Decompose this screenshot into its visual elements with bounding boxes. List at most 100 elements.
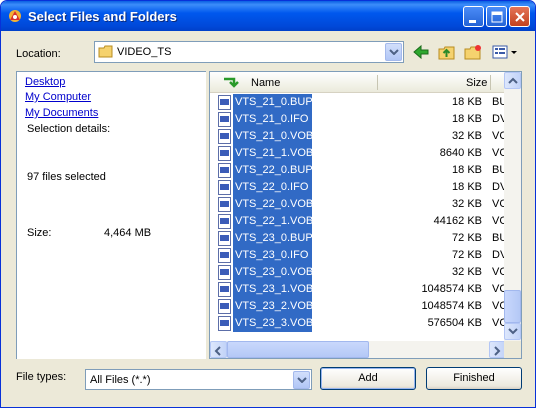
- select-files-dialog: Select Files and Folders Location: VIDEO…: [0, 0, 536, 408]
- file-size: 72 KB: [452, 232, 482, 244]
- back-button[interactable]: [411, 43, 431, 61]
- folder-icon: [98, 45, 113, 58]
- file-icon: [218, 95, 231, 110]
- link-desktop[interactable]: Desktop: [25, 76, 65, 88]
- list-header: Name Size: [210, 72, 506, 93]
- chevron-left-icon: [214, 346, 221, 356]
- column-header-name[interactable]: Name: [251, 77, 280, 89]
- file-types-label: File types:: [16, 371, 67, 383]
- file-icon: [218, 180, 231, 195]
- file-name: VTS_21_0.BUP: [233, 94, 313, 111]
- chevron-up-icon: [508, 77, 518, 84]
- file-icon: [218, 231, 231, 246]
- sort-arrow-icon[interactable]: [222, 76, 240, 89]
- file-types-combo[interactable]: All Files (*.*): [85, 369, 312, 390]
- finished-button[interactable]: Finished: [426, 367, 522, 390]
- file-size: 576504 KB: [427, 317, 482, 329]
- views-menu-button[interactable]: [491, 43, 519, 61]
- location-label: Location:: [16, 48, 61, 60]
- chevron-down-icon: [389, 49, 399, 55]
- up-folder-button[interactable]: [437, 43, 457, 61]
- file-size: 18 KB: [452, 164, 482, 176]
- file-size: 32 KB: [452, 266, 482, 278]
- horizontal-scrollbar[interactable]: [210, 341, 506, 358]
- file-size: 1048574 KB: [421, 283, 482, 295]
- column-header-size[interactable]: Size: [466, 77, 487, 89]
- file-row[interactable]: VTS_22_0.BUP 18 KB BU: [210, 162, 506, 179]
- close-button[interactable]: [509, 6, 530, 27]
- size-label: Size:: [27, 227, 52, 239]
- file-row[interactable]: VTS_23_2.VOB 1048574 KB VC: [210, 298, 506, 315]
- file-icon: [218, 299, 231, 314]
- file-row[interactable]: VTS_22_0.VOB 32 KB VC: [210, 196, 506, 213]
- file-types-dropdown-button[interactable]: [293, 371, 310, 389]
- vertical-scroll-thumb[interactable]: [504, 290, 521, 323]
- maximize-icon: [491, 11, 503, 23]
- file-size: 1048574 KB: [421, 300, 482, 312]
- file-name: VTS_22_0.VOB: [233, 196, 313, 213]
- file-name: VTS_21_1.VOB: [233, 145, 313, 162]
- new-folder-button[interactable]: [463, 43, 483, 61]
- location-combo[interactable]: VIDEO_TS: [94, 41, 404, 63]
- file-name: VTS_21_0.VOB: [233, 128, 313, 145]
- file-size: 18 KB: [452, 96, 482, 108]
- file-name: VTS_21_0.IFO: [233, 111, 312, 128]
- file-row[interactable]: VTS_23_0.BUP 72 KB BU: [210, 230, 506, 247]
- location-value: VIDEO_TS: [117, 46, 172, 58]
- file-name: VTS_22_1.VOB: [233, 213, 313, 230]
- chevron-down-icon: [297, 377, 307, 383]
- file-name: VTS_23_1.VOB: [233, 281, 313, 298]
- file-icon: [218, 265, 231, 280]
- file-row[interactable]: VTS_21_0.BUP 18 KB BU: [210, 94, 506, 111]
- back-icon: [413, 44, 429, 60]
- file-types-value: All Files (*.*): [90, 374, 151, 386]
- file-icon: [218, 248, 231, 263]
- up-folder-icon: [438, 46, 455, 60]
- title-bar[interactable]: Select Files and Folders: [1, 1, 535, 31]
- file-size: 18 KB: [452, 113, 482, 125]
- file-icon: [218, 129, 231, 144]
- file-row[interactable]: VTS_23_0.VOB 32 KB VC: [210, 264, 506, 281]
- file-name: VTS_22_0.BUP: [233, 162, 313, 179]
- file-icon: [218, 214, 231, 229]
- file-name: VTS_23_0.IFO: [233, 247, 312, 264]
- file-icon: [218, 282, 231, 297]
- link-my-computer[interactable]: My Computer: [25, 91, 91, 103]
- minimize-button[interactable]: [463, 6, 484, 27]
- file-size: 72 KB: [452, 249, 482, 261]
- file-row[interactable]: VTS_21_0.IFO 18 KB DV: [210, 111, 506, 128]
- file-row[interactable]: VTS_22_0.IFO 18 KB DV: [210, 179, 506, 196]
- file-name: VTS_22_0.IFO: [233, 179, 312, 196]
- chevron-right-icon: [494, 346, 501, 356]
- minimize-icon: [469, 20, 476, 23]
- chevron-down-icon: [508, 328, 518, 335]
- file-row[interactable]: VTS_21_0.VOB 32 KB VC: [210, 128, 506, 145]
- file-icon: [218, 163, 231, 178]
- vertical-scrollbar[interactable]: [504, 72, 521, 342]
- column-separator[interactable]: [377, 75, 378, 90]
- maximize-button[interactable]: [486, 6, 507, 27]
- app-icon: [9, 10, 21, 22]
- file-icon: [218, 316, 231, 331]
- file-size: 32 KB: [452, 130, 482, 142]
- scroll-down-button[interactable]: [504, 323, 521, 340]
- file-row[interactable]: VTS_21_1.VOB 8640 KB VC: [210, 145, 506, 162]
- views-icon: [492, 45, 517, 59]
- file-row[interactable]: VTS_22_1.VOB 44162 KB VC: [210, 213, 506, 230]
- scroll-corner: [504, 341, 521, 358]
- column-separator[interactable]: [490, 75, 491, 90]
- link-my-documents[interactable]: My Documents: [25, 107, 98, 119]
- horizontal-scroll-thumb[interactable]: [227, 341, 369, 358]
- file-row[interactable]: VTS_23_0.IFO 72 KB DV: [210, 247, 506, 264]
- location-dropdown-button[interactable]: [385, 43, 402, 61]
- file-row[interactable]: VTS_23_1.VOB 1048574 KB VC: [210, 281, 506, 298]
- file-size: 8640 KB: [439, 147, 482, 159]
- file-list[interactable]: Name Size VTS_21_0.BUP 18 KB BU VTS_21_0.IF…: [209, 71, 522, 359]
- file-size: 18 KB: [452, 181, 482, 193]
- file-name: VTS_23_0.BUP: [233, 230, 313, 247]
- scroll-up-button[interactable]: [504, 72, 521, 89]
- add-button[interactable]: Add: [320, 367, 416, 390]
- scroll-left-button[interactable]: [210, 341, 227, 358]
- selection-details-label: Selection details:: [27, 123, 111, 135]
- file-row[interactable]: VTS_23_3.VOB 576504 KB VC: [210, 315, 506, 332]
